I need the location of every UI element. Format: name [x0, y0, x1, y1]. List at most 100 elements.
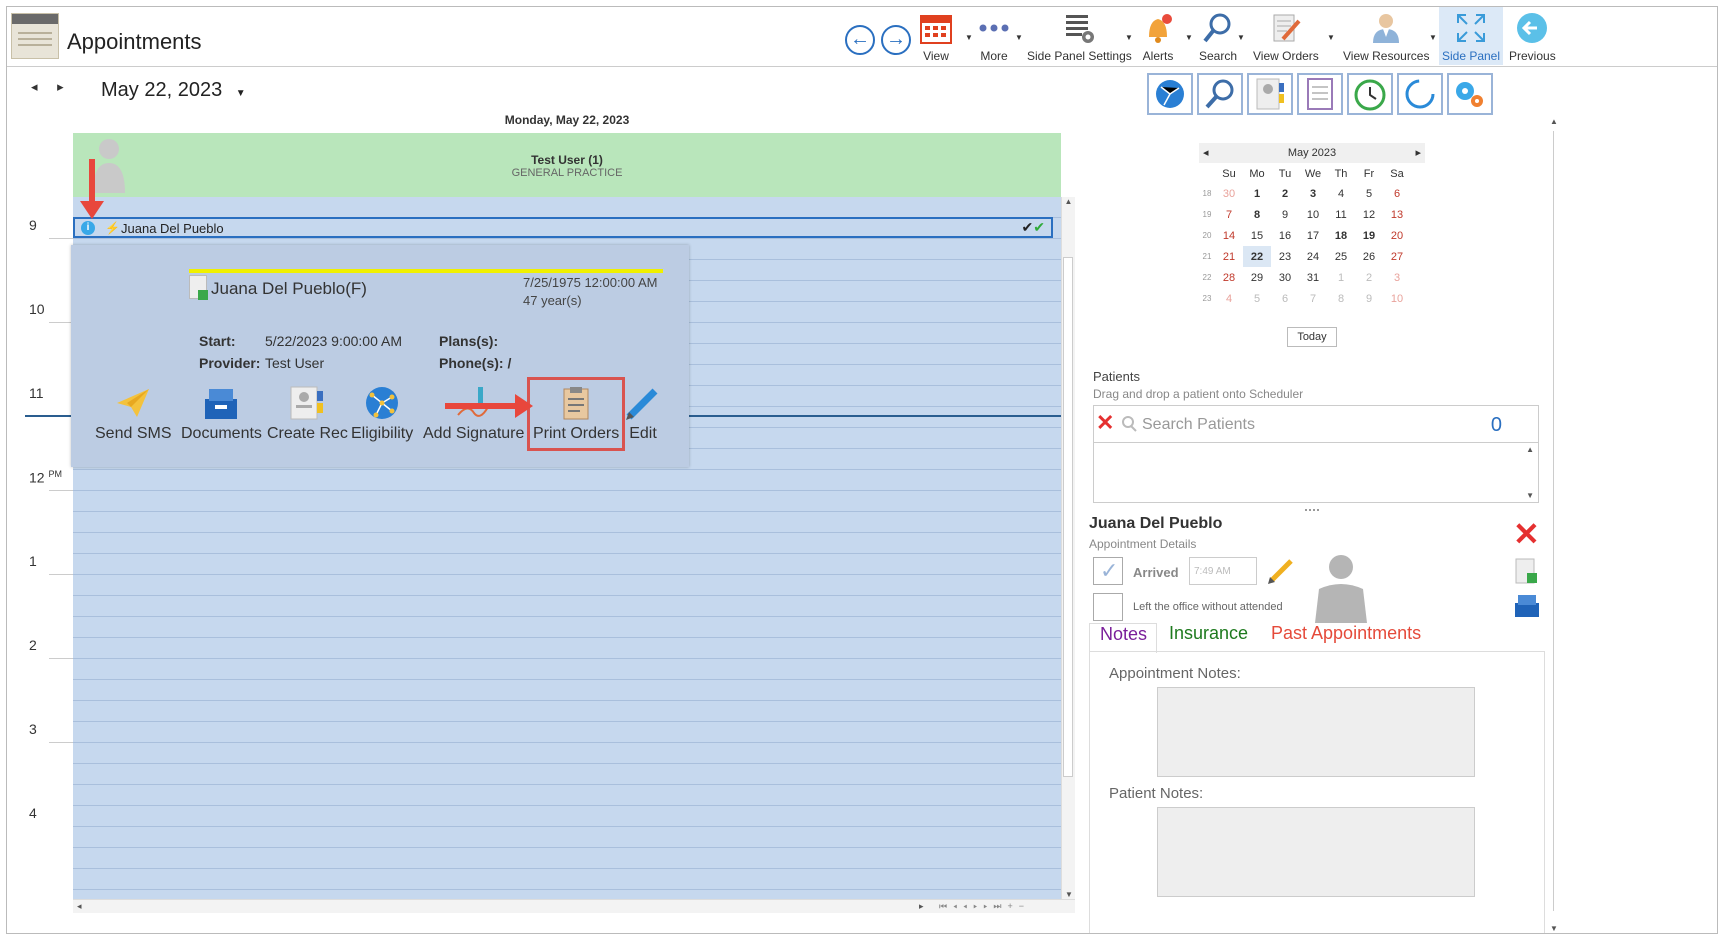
info-icon[interactable]: i: [81, 221, 95, 235]
date-nav-arrows: ◂ ▸: [31, 79, 64, 95]
panel-scroll-up-icon[interactable]: ▲: [1547, 117, 1561, 126]
notes-quick-button[interactable]: [1297, 73, 1343, 115]
appointments-window: Appointments ← → View ▼ More ▼ Side Pane…: [6, 6, 1718, 934]
settings-dropdown-icon[interactable]: ▼: [1125, 33, 1133, 42]
hour-label: 12 PM: [29, 469, 62, 486]
appointment-block[interactable]: i ⚡ Juana Del Pueblo ✔✔: [73, 217, 1053, 238]
arrived-checkbox[interactable]: [1093, 557, 1123, 585]
next-month-icon[interactable]: ▸: [1415, 143, 1421, 163]
settings-grid-icon: [1062, 11, 1096, 45]
tab-insurance[interactable]: Insurance: [1169, 623, 1248, 644]
side-panel-settings-button[interactable]: Side Panel Settings: [1027, 11, 1132, 63]
lightning-icon: ⚡: [105, 221, 120, 235]
annotation-arrow-icon: [445, 394, 533, 418]
date-dropdown-icon[interactable]: ▼: [236, 88, 246, 99]
appointment-popup: Juana Del Pueblo(F) 7/25/1975 12:00:00 A…: [71, 245, 689, 467]
archive-box-icon: [201, 385, 241, 421]
list-scroll-up-icon[interactable]: ▲: [1526, 445, 1534, 454]
search-input[interactable]: Search Patients: [1142, 416, 1255, 434]
doctor-icon: [1369, 11, 1403, 45]
patient-search-box[interactable]: ✕ Search Patients 0: [1093, 405, 1539, 443]
alerts-dropdown-icon[interactable]: ▼: [1185, 33, 1193, 42]
forward-arrow-icon[interactable]: →: [881, 25, 911, 55]
arrived-time-field[interactable]: 7:49 AM: [1189, 557, 1257, 585]
search-button[interactable]: Search: [1199, 11, 1237, 63]
navigation-controls[interactable]: ⏮◂◂▸▸⏭+−: [939, 901, 1030, 912]
archive-icon[interactable]: [1513, 593, 1541, 624]
more-button[interactable]: More: [977, 11, 1011, 63]
alarm-quick-button[interactable]: [1347, 73, 1393, 115]
edit-button[interactable]: Edit: [623, 385, 663, 443]
scroll-thumb[interactable]: [1063, 257, 1073, 777]
panel-scroll-down-icon[interactable]: ▼: [1547, 924, 1561, 933]
splitter-handle[interactable]: [1305, 509, 1319, 511]
delete-appointment-icon[interactable]: ✕: [1513, 515, 1540, 553]
settings-quick-button[interactable]: [1447, 73, 1493, 115]
edit-time-pencil-icon[interactable]: [1265, 555, 1295, 590]
document-download-icon[interactable]: [1513, 557, 1539, 590]
eligibility-button[interactable]: Eligibility: [351, 385, 413, 443]
appointment-notes-textarea[interactable]: [1157, 687, 1475, 777]
previous-button[interactable]: Previous: [1509, 11, 1556, 63]
left-office-checkbox[interactable]: [1093, 593, 1123, 621]
magnifier-icon: [1201, 11, 1235, 45]
list-scroll-down-icon[interactable]: ▼: [1526, 491, 1534, 500]
resources-dropdown-icon[interactable]: ▼: [1429, 33, 1437, 42]
scroll-up-icon[interactable]: ▲: [1062, 197, 1075, 206]
send-sms-button[interactable]: Send SMS: [95, 385, 171, 443]
prev-day-icon[interactable]: ◂: [31, 79, 38, 94]
scroll-left-icon[interactable]: ◂: [77, 901, 82, 912]
vertical-scrollbar[interactable]: ▲ ▼: [1061, 197, 1075, 911]
clear-search-icon[interactable]: ✕: [1096, 410, 1114, 436]
documents-button[interactable]: Documents: [181, 385, 262, 443]
calendar-logo-icon: [11, 13, 59, 59]
contact-quick-button[interactable]: [1247, 73, 1293, 115]
panel-scrollbar[interactable]: ▲ ▼: [1547, 117, 1561, 933]
hour-label: 1: [29, 553, 37, 569]
patients-subtitle: Drag and drop a patient onto Scheduler: [1093, 387, 1304, 401]
view-resources-button[interactable]: View Resources: [1343, 11, 1429, 63]
back-arrow-icon[interactable]: ←: [845, 25, 875, 55]
patient-notes-textarea[interactable]: [1157, 807, 1475, 897]
hour-label: 4: [29, 805, 37, 821]
paper-plane-icon: [113, 385, 153, 421]
appointment-notes-label: Appointment Notes:: [1109, 665, 1241, 682]
alerts-button[interactable]: Alerts: [1141, 11, 1175, 63]
prev-month-icon[interactable]: ◂: [1203, 143, 1209, 163]
search-dropdown-icon[interactable]: ▼: [1237, 33, 1245, 42]
next-day-icon[interactable]: ▸: [57, 79, 64, 94]
document-icon: [189, 275, 208, 300]
more-dots-icon: [977, 11, 1011, 45]
details-patient-name: Juana Del Pueblo: [1089, 515, 1223, 532]
add-signature-button[interactable]: Add Signature: [423, 385, 524, 443]
refresh-quick-button[interactable]: [1397, 73, 1443, 115]
view-button[interactable]: View: [919, 11, 953, 63]
hour-label: 2: [29, 637, 37, 653]
tab-notes[interactable]: Notes: [1089, 623, 1157, 653]
patient-avatar-icon: [1311, 553, 1371, 628]
scroll-down-icon[interactable]: ▼: [1062, 890, 1076, 899]
hour-label: 11: [29, 385, 44, 401]
calendar-grid: Su Mo Tu We Th Fr Sa 18 30 1 2 3 4 5 6 19 7 8 9 10 11 12 1…: [1202, 168, 1404, 305]
tab-past-appointments[interactable]: Past Appointments: [1271, 623, 1421, 644]
scroll-right-icon[interactable]: ▸: [919, 901, 924, 912]
view-dropdown-icon[interactable]: ▼: [965, 33, 973, 42]
contact-card-icon: [287, 385, 327, 421]
side-panel-button[interactable]: Side Panel: [1439, 7, 1503, 65]
orders-dropdown-icon[interactable]: ▼: [1327, 33, 1335, 42]
details-subtitle: Appointment Details: [1089, 537, 1197, 551]
today-button[interactable]: Today: [1287, 327, 1337, 347]
patient-list[interactable]: ▲ ▼: [1093, 443, 1539, 503]
side-panel: ◂ May 2023 ▸ Su Mo Tu We Th Fr Sa 18 30 1 2 3 4 5 6 …: [1079, 67, 1717, 933]
more-dropdown-icon[interactable]: ▼: [1015, 33, 1023, 42]
create-rec-button[interactable]: Create Rec: [267, 385, 348, 443]
calendar-icon: [919, 11, 953, 45]
confirmed-check-icon: ✔✔: [1021, 219, 1045, 235]
search-quick-button[interactable]: [1197, 73, 1243, 115]
selected-day[interactable]: 22: [1243, 246, 1271, 267]
view-orders-button[interactable]: View Orders: [1253, 11, 1319, 63]
horizontal-scrollbar[interactable]: ◂ ▸ ⏮◂◂▸▸⏭+−: [73, 899, 1075, 913]
current-date[interactable]: May 22, 2023 ▼: [101, 79, 246, 102]
page-title: Appointments: [67, 29, 202, 54]
eligibility-quick-button[interactable]: [1147, 73, 1193, 115]
